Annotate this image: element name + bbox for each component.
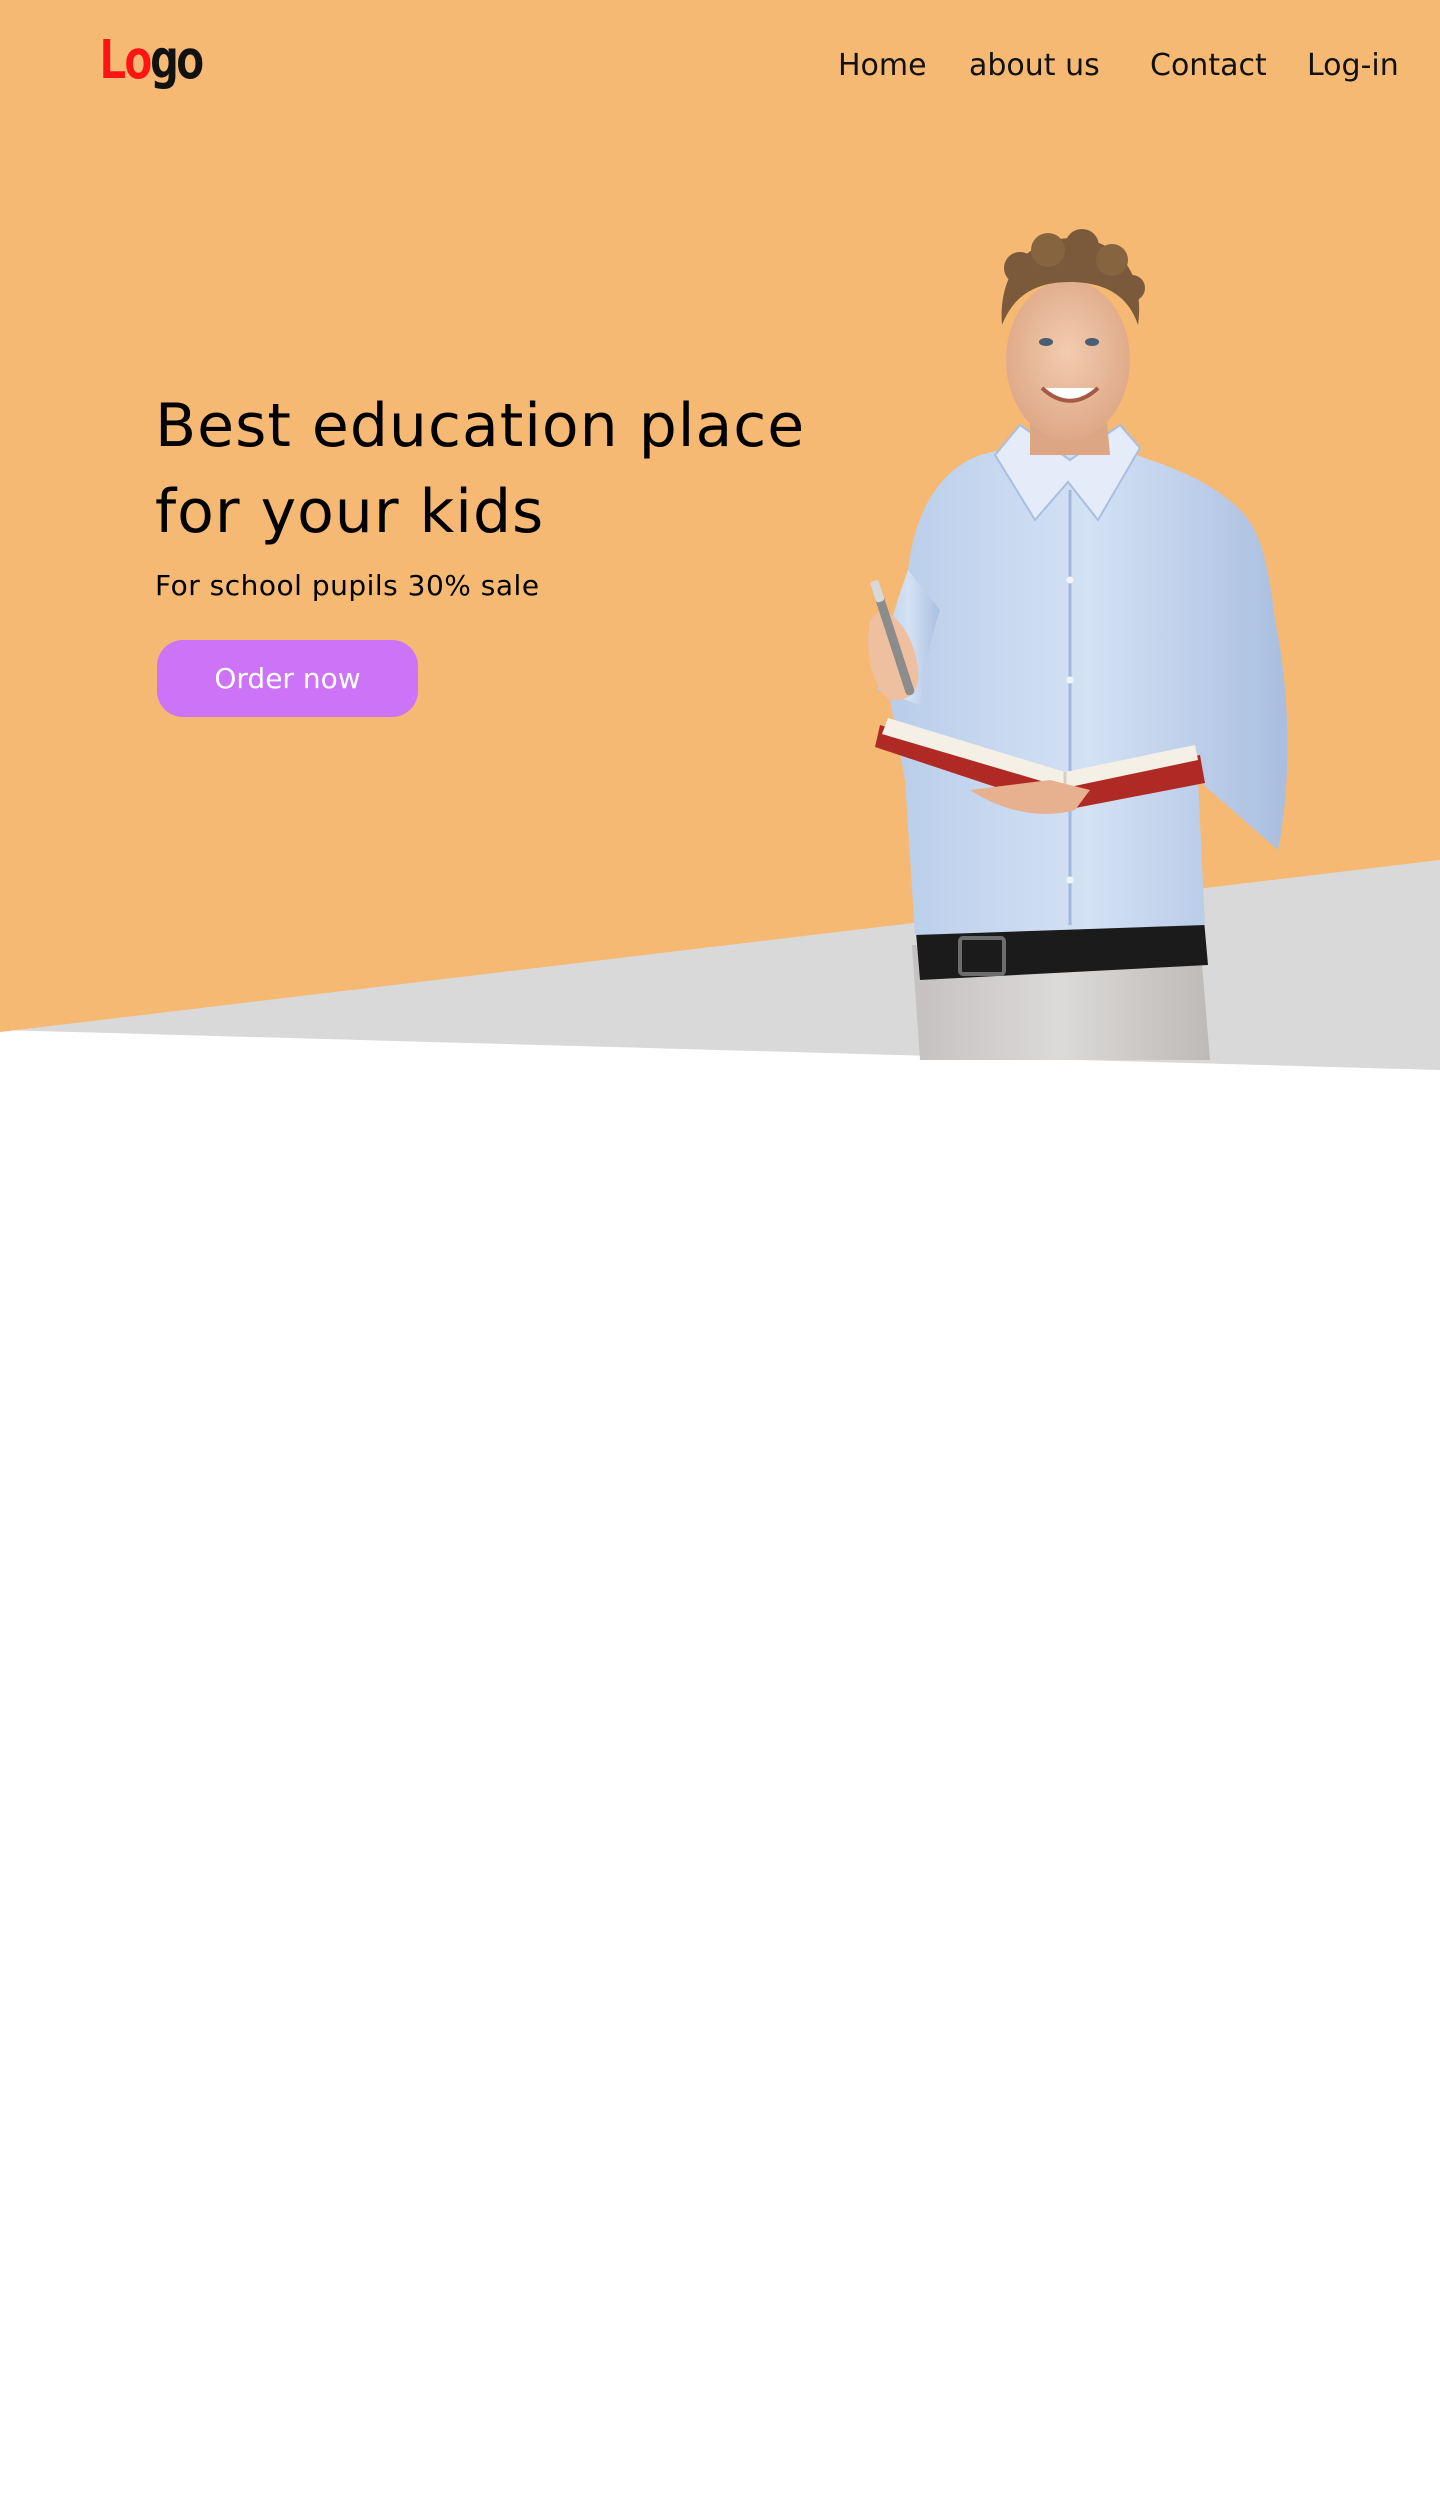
hero-headline: Best education place for your kids bbox=[155, 383, 815, 555]
nav-home-link[interactable]: Home bbox=[838, 46, 927, 86]
logo-text-red: Lo bbox=[98, 28, 153, 92]
hero-headline-line2: for your kids bbox=[155, 477, 545, 547]
nav-about-link[interactable]: about us bbox=[969, 46, 1100, 86]
logo[interactable]: Logo bbox=[98, 24, 205, 96]
nav-login-link[interactable]: Log-in bbox=[1307, 46, 1399, 86]
hero-section: Logo Home about us Contact Log-in Best e… bbox=[0, 0, 1440, 1080]
nav-contact-link[interactable]: Contact bbox=[1150, 46, 1267, 86]
hero-headline-line1: Best education place bbox=[155, 391, 806, 461]
teacher-photo bbox=[868, 229, 1288, 1060]
order-now-button[interactable]: Order now bbox=[157, 640, 418, 717]
logo-text-dark: go bbox=[149, 28, 205, 92]
hero-subtitle: For school pupils 30% sale bbox=[155, 569, 540, 602]
